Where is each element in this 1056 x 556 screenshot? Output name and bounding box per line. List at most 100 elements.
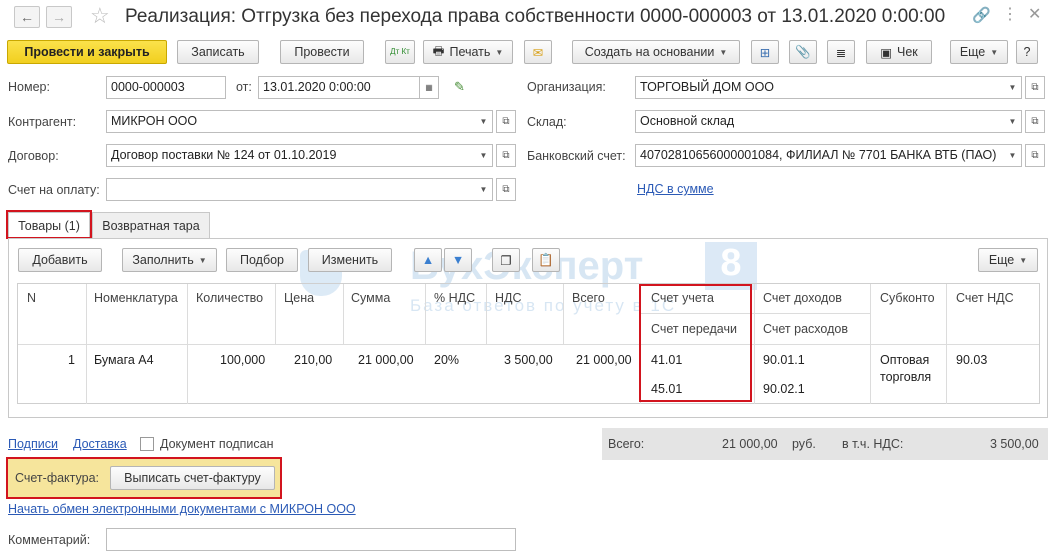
warehouse-field[interactable]: Основной склад — [635, 110, 1005, 133]
org-open-button[interactable]: ⧉ — [1025, 76, 1045, 99]
contractor-label: Контрагент: — [8, 115, 77, 129]
row-item: Бумага А4 — [94, 353, 154, 367]
pick-button[interactable]: Подбор — [226, 248, 298, 272]
col-item[interactable]: Номенклатура — [94, 291, 178, 305]
contract-dropdown[interactable]: ▼ — [475, 144, 493, 167]
contractor-field[interactable]: МИКРОН ООО — [106, 110, 476, 133]
currency-label: руб. — [792, 437, 816, 451]
contract-label: Договор: — [8, 149, 59, 163]
create-based-button[interactable]: Создать на основании ▼ — [572, 40, 740, 64]
row-sum: 21 000,00 — [358, 353, 414, 367]
save-button[interactable]: Записать — [177, 40, 259, 64]
back-button[interactable]: ← — [14, 6, 40, 28]
copy-button[interactable]: ❐ — [492, 248, 520, 272]
forward-button[interactable]: → — [46, 6, 72, 28]
attach-button[interactable]: 📎 — [789, 40, 817, 64]
row-total: 21 000,00 — [576, 353, 632, 367]
table-more-button[interactable]: Еще ▼ — [978, 248, 1038, 272]
highlight-accounts — [639, 284, 752, 402]
signed-checkbox[interactable] — [140, 437, 154, 451]
paste-button[interactable]: 📋 — [532, 248, 560, 272]
tab-returnable-packaging[interactable]: Возвратная тара — [92, 212, 210, 238]
col-total[interactable]: Всего — [572, 291, 605, 305]
col-sum[interactable]: Сумма — [351, 291, 390, 305]
warehouse-label: Склад: — [527, 115, 567, 129]
row-vat-pct: 20% — [434, 353, 460, 367]
row-price: 210,00 — [294, 353, 333, 367]
col-vat-account[interactable]: Счет НДС — [956, 291, 1014, 305]
fill-button[interactable]: Заполнить ▼ — [122, 248, 217, 272]
close-icon[interactable]: ✕ — [1028, 4, 1041, 24]
invoice-for-payment-open-button[interactable]: ⧉ — [496, 178, 516, 201]
receipt-button[interactable]: ▣ Чек — [866, 40, 932, 64]
total-label: Всего: — [608, 437, 645, 451]
report-button[interactable]: ≣ — [827, 40, 855, 64]
contract-field[interactable]: Договор поставки № 124 от 01.10.2019 — [106, 144, 476, 167]
org-field[interactable]: ТОРГОВЫЙ ДОМ ООО — [635, 76, 1005, 99]
contractor-open-button[interactable]: ⧉ — [496, 110, 516, 133]
row-qty: 100,000 — [220, 353, 266, 367]
status-icon: ✎ — [454, 79, 465, 94]
link-icon[interactable]: 🔗 — [972, 6, 991, 24]
col-n[interactable]: N — [27, 291, 36, 305]
calendar-icon[interactable]: ▦ — [419, 76, 439, 99]
print-button[interactable]: 🖶 Печать ▼ — [423, 40, 513, 64]
menu-dots-icon[interactable]: ⋮ — [1002, 4, 1018, 24]
delivery-link[interactable]: Доставка — [73, 437, 127, 451]
total-value: 21 000,00 — [722, 437, 778, 451]
paperclip-icon: 📎 — [795, 44, 811, 59]
email-button[interactable]: ✉ — [524, 40, 552, 64]
vat-incl-value: 3 500,00 — [990, 437, 1039, 451]
org-dropdown[interactable]: ▼ — [1004, 76, 1022, 99]
bank-account-dropdown[interactable]: ▼ — [1004, 144, 1022, 167]
col-income-account[interactable]: Счет доходов — [763, 291, 842, 305]
warehouse-dropdown[interactable]: ▼ — [1004, 110, 1022, 133]
col-subconto[interactable]: Субконто — [880, 291, 935, 305]
add-row-button[interactable]: Добавить — [18, 248, 102, 272]
contract-open-button[interactable]: ⧉ — [496, 144, 516, 167]
change-button[interactable]: Изменить — [308, 248, 392, 272]
vat-incl-label: в т.ч. НДС: — [842, 437, 904, 451]
move-down-button[interactable]: ▼ — [444, 248, 472, 272]
row-subconto-1: Оптовая — [880, 353, 930, 367]
vat-in-sum-link[interactable]: НДС в сумме — [637, 182, 714, 196]
comment-field[interactable] — [106, 528, 516, 551]
move-up-button[interactable]: ▲ — [414, 248, 442, 272]
post-button[interactable]: Провести — [280, 40, 364, 64]
col-vat-pct[interactable]: % НДС — [434, 291, 475, 305]
arrow-up-icon: ▲ — [421, 253, 435, 267]
invoice-for-payment-label: Счет на оплату: — [8, 183, 100, 197]
edo-link[interactable]: Начать обмен электронными документами с … — [8, 502, 356, 516]
structure-icon: ⊞ — [759, 45, 771, 60]
number-label: Номер: — [8, 80, 50, 94]
highlight-invoice — [6, 457, 282, 499]
help-button[interactable]: ? — [1016, 40, 1038, 64]
envelope-icon: ✉ — [532, 45, 544, 60]
structure-button[interactable]: ⊞ — [751, 40, 779, 64]
more-button[interactable]: Еще ▼ — [950, 40, 1008, 64]
paste-icon: 📋 — [538, 252, 554, 267]
bank-account-open-button[interactable]: ⧉ — [1025, 144, 1045, 167]
number-field[interactable]: 0000-000003 — [106, 76, 226, 99]
totals-panel — [602, 428, 1048, 460]
col-expense-account[interactable]: Счет расходов — [763, 322, 848, 336]
contractor-dropdown[interactable]: ▼ — [475, 110, 493, 133]
invoice-for-payment-field[interactable] — [106, 178, 476, 201]
col-qty[interactable]: Количество — [196, 291, 263, 305]
col-price[interactable]: Цена — [284, 291, 314, 305]
org-label: Организация: — [527, 80, 606, 94]
dt-kt-button[interactable]: Дт Кт — [385, 40, 415, 64]
row-expense-account: 90.02.1 — [763, 382, 805, 396]
favorite-star-icon[interactable]: ☆ — [90, 3, 110, 29]
row-income-account: 90.01.1 — [763, 353, 805, 367]
col-vat[interactable]: НДС — [495, 291, 522, 305]
arrow-down-icon: ▼ — [451, 253, 465, 267]
date-label: от: — [236, 80, 252, 94]
warehouse-open-button[interactable]: ⧉ — [1025, 110, 1045, 133]
date-field[interactable]: 13.01.2020 0:00:00 — [258, 76, 420, 99]
signatures-link[interactable]: Подписи — [8, 437, 58, 451]
comment-label: Комментарий: — [8, 533, 91, 547]
invoice-for-payment-dropdown[interactable]: ▼ — [475, 178, 493, 201]
bank-account-field[interactable]: 40702810656000001084, ФИЛИАЛ № 7701 БАНК… — [635, 144, 1005, 167]
post-and-close-button[interactable]: Провести и закрыть — [7, 40, 167, 64]
